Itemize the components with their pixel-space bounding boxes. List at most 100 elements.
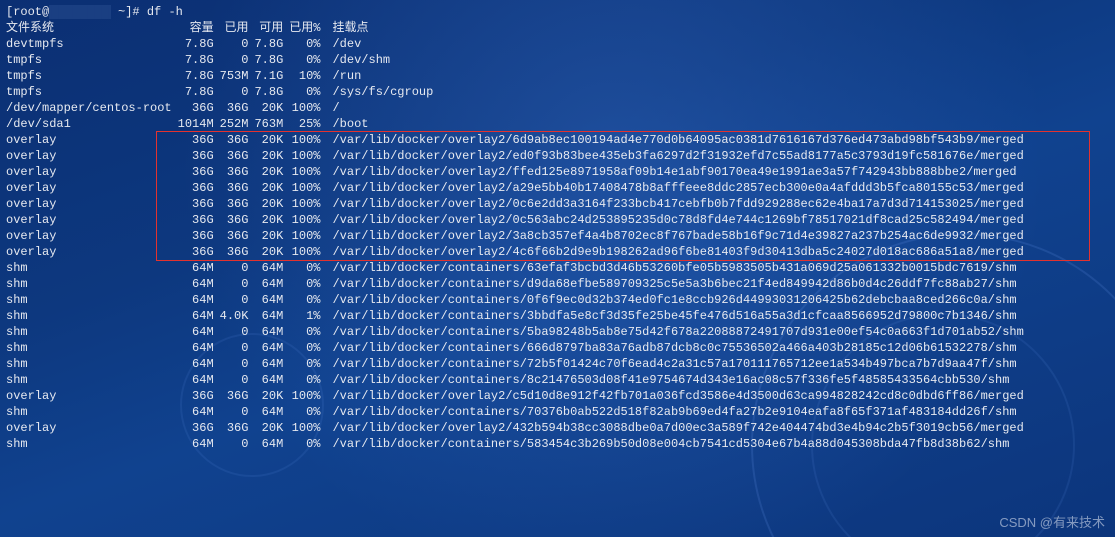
cell-used: 36G (220, 132, 255, 148)
cell-avail: 64M (254, 260, 289, 276)
cell-pct: 100% (289, 420, 326, 436)
cell-pct: 100% (289, 244, 326, 260)
cell-pct: 25% (289, 116, 326, 132)
col-filesystem: 文件系统 (6, 20, 178, 36)
terminal-output: [root@██ ██ ██ ~]# df -h 文件系统 容量 已用 可用 已… (0, 0, 1115, 456)
cell-used: 753M (220, 68, 255, 84)
table-row: shm64M064M0%/var/lib/docker/containers/7… (6, 356, 1030, 372)
cell-size: 64M (178, 260, 220, 276)
table-row: shm64M064M0%/var/lib/docker/containers/6… (6, 260, 1030, 276)
table-row: shm64M4.0K64M1%/var/lib/docker/container… (6, 308, 1030, 324)
cell-avail: 20K (254, 196, 289, 212)
cell-fs: overlay (6, 180, 178, 196)
cell-size: 1014M (178, 116, 220, 132)
cell-avail: 64M (254, 340, 289, 356)
cell-size: 36G (178, 180, 220, 196)
cell-fs: shm (6, 324, 178, 340)
cell-pct: 0% (289, 404, 326, 420)
cell-size: 36G (178, 196, 220, 212)
cell-used: 0 (220, 52, 255, 68)
cell-used: 0 (220, 292, 255, 308)
table-row: overlay36G36G20K100%/var/lib/docker/over… (6, 228, 1030, 244)
table-row: overlay36G36G20K100%/var/lib/docker/over… (6, 164, 1030, 180)
cell-avail: 7.8G (254, 84, 289, 100)
cell-size: 64M (178, 324, 220, 340)
cell-pct: 100% (289, 180, 326, 196)
cell-avail: 20K (254, 212, 289, 228)
cell-mount: /var/lib/docker/overlay2/ffed125e8971958… (326, 164, 1029, 180)
cell-pct: 100% (289, 196, 326, 212)
prompt-path: ~]# (111, 5, 147, 19)
cell-mount: /var/lib/docker/containers/666d8797ba83a… (326, 340, 1029, 356)
cell-mount: /var/lib/docker/overlay2/6d9ab8ec100194a… (326, 132, 1029, 148)
cell-pct: 10% (289, 68, 326, 84)
cell-avail: 64M (254, 372, 289, 388)
cell-size: 64M (178, 436, 220, 452)
cell-avail: 20K (254, 244, 289, 260)
cell-fs: shm (6, 292, 178, 308)
cell-mount: /var/lib/docker/overlay2/4c6f66b2d9e9b19… (326, 244, 1029, 260)
cell-size: 64M (178, 292, 220, 308)
cell-fs: /dev/sda1 (6, 116, 178, 132)
cell-avail: 20K (254, 180, 289, 196)
cell-size: 36G (178, 420, 220, 436)
table-row: shm64M064M0%/var/lib/docker/containers/8… (6, 372, 1030, 388)
cell-mount: /dev/shm (326, 52, 1029, 68)
cell-fs: devtmpfs (6, 36, 178, 52)
cell-pct: 100% (289, 228, 326, 244)
table-row: shm64M064M0%/var/lib/docker/containers/6… (6, 340, 1030, 356)
table-row: overlay36G36G20K100%/var/lib/docker/over… (6, 420, 1030, 436)
cell-used: 252M (220, 116, 255, 132)
cell-used: 36G (220, 196, 255, 212)
cell-fs: overlay (6, 228, 178, 244)
cell-avail: 7.8G (254, 36, 289, 52)
col-usepct: 已用% (289, 20, 326, 36)
cell-used: 36G (220, 228, 255, 244)
table-row: tmpfs7.8G753M7.1G10%/run (6, 68, 1030, 84)
table-row: overlay36G36G20K100%/var/lib/docker/over… (6, 180, 1030, 196)
cell-avail: 20K (254, 148, 289, 164)
cell-used: 0 (220, 356, 255, 372)
cell-mount: /var/lib/docker/overlay2/0c6e2dd3a3164f2… (326, 196, 1029, 212)
cell-fs: overlay (6, 388, 178, 404)
cell-mount: /var/lib/docker/containers/8c21476503d08… (326, 372, 1029, 388)
cell-fs: tmpfs (6, 84, 178, 100)
cell-pct: 100% (289, 388, 326, 404)
table-row: shm64M064M0%/var/lib/docker/containers/d… (6, 276, 1030, 292)
cell-fs: shm (6, 308, 178, 324)
cell-pct: 100% (289, 164, 326, 180)
cell-used: 0 (220, 260, 255, 276)
cell-size: 64M (178, 356, 220, 372)
cell-used: 0 (220, 324, 255, 340)
cell-mount: /var/lib/docker/containers/3bbdfa5e8cf3d… (326, 308, 1029, 324)
cell-pct: 0% (289, 372, 326, 388)
cell-avail: 20K (254, 100, 289, 116)
cell-avail: 7.1G (254, 68, 289, 84)
col-avail: 可用 (254, 20, 289, 36)
table-row: overlay36G36G20K100%/var/lib/docker/over… (6, 132, 1030, 148)
cell-fs: overlay (6, 164, 178, 180)
cell-mount: /dev (326, 36, 1029, 52)
cell-fs: shm (6, 436, 178, 452)
cell-pct: 0% (289, 52, 326, 68)
cell-used: 36G (220, 180, 255, 196)
cell-fs: tmpfs (6, 68, 178, 84)
cell-size: 36G (178, 148, 220, 164)
cell-used: 36G (220, 164, 255, 180)
cell-avail: 20K (254, 420, 289, 436)
cell-used: 0 (220, 372, 255, 388)
col-mount: 挂载点 (326, 20, 1029, 36)
cell-mount: /var/lib/docker/containers/63efaf3bcbd3d… (326, 260, 1029, 276)
cell-fs: overlay (6, 244, 178, 260)
cell-size: 64M (178, 308, 220, 324)
cell-used: 0 (220, 84, 255, 100)
cell-fs: shm (6, 372, 178, 388)
cell-size: 36G (178, 100, 220, 116)
cell-size: 64M (178, 372, 220, 388)
prompt-host-hidden: ██ ██ ██ (49, 5, 111, 19)
cell-pct: 0% (289, 36, 326, 52)
col-used: 已用 (220, 20, 255, 36)
cell-fs: tmpfs (6, 52, 178, 68)
cell-pct: 0% (289, 276, 326, 292)
cell-mount: /var/lib/docker/overlay2/c5d10d8e912f42f… (326, 388, 1029, 404)
